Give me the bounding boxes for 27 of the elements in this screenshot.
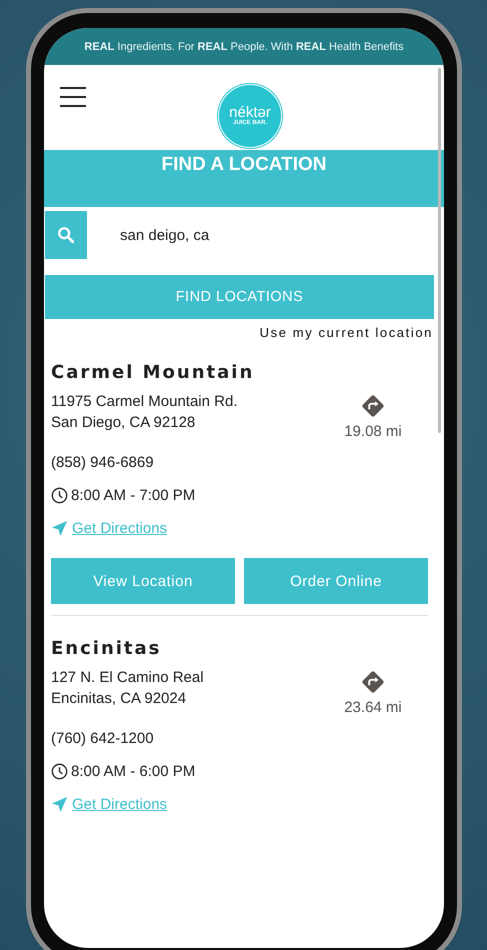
- location-action-button[interactable]: Order Online: [244, 558, 428, 604]
- promo-text: REAL Ingredients. For REAL People. With REAL Health Benefits: [84, 40, 404, 52]
- navigation-arrow-icon: [51, 796, 68, 813]
- logo-wordmark: néktər: [229, 106, 271, 120]
- location-name: Encinitas: [51, 638, 162, 659]
- search-icon: [57, 226, 75, 244]
- opening-hours: 8:00 AM - 7:00 PM: [71, 487, 196, 504]
- clock-icon: [51, 487, 68, 504]
- address-line: 127 N. El Camino Real: [51, 668, 204, 688]
- location-name: Carmel Mountain: [51, 362, 256, 383]
- page-title: FIND A LOCATION: [162, 154, 326, 177]
- distance-label: 23.64 mi: [344, 699, 402, 716]
- current-location-link[interactable]: Use my current location: [260, 325, 433, 340]
- get-directions-link[interactable]: Get Directions: [72, 520, 168, 537]
- phone-number: (760) 642-1200: [51, 730, 155, 747]
- navigation-arrow-icon: [51, 520, 68, 537]
- address-line: 11975 Carmel Mountain Rd.: [51, 392, 238, 412]
- opening-hours: 8:00 AM - 6:00 PM: [71, 763, 196, 780]
- find-locations-button[interactable]: FIND LOCATIONS: [45, 275, 434, 319]
- get-directions-link[interactable]: Get Directions: [72, 796, 168, 813]
- distance-label: 19.08 mi: [344, 423, 402, 440]
- address-line: San Diego, CA 92128: [51, 413, 196, 433]
- clock-icon: [51, 763, 68, 780]
- address-line: Encinitas, CA 92024: [51, 689, 188, 709]
- location-action-button[interactable]: View Location: [51, 558, 235, 604]
- phone-number: (858) 946-6869: [51, 454, 155, 471]
- menu-icon[interactable]: [60, 87, 86, 107]
